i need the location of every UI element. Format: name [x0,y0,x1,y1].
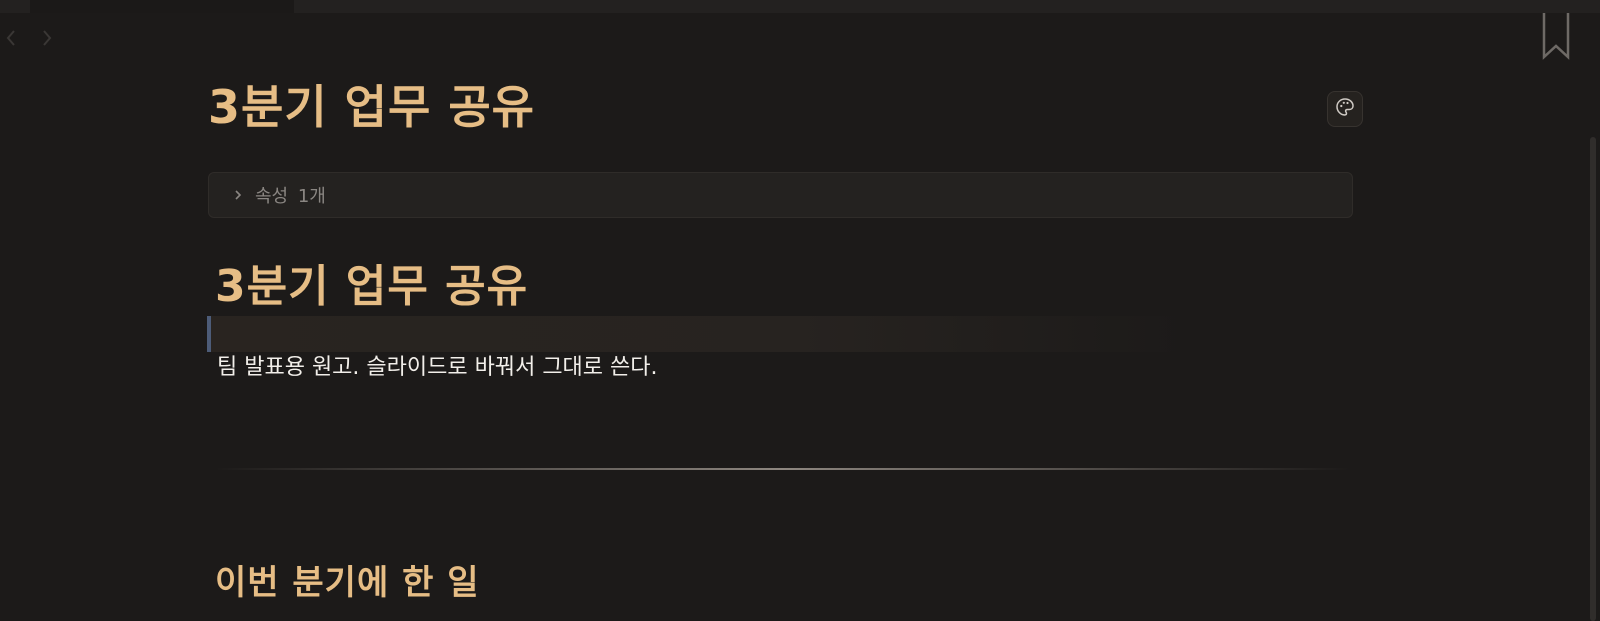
note-app: 3분기 업무 공유 속성 1개 3분기 업무 공유 팀 발표용 원고. 슬라이드… [0,0,1600,621]
paragraph: 팀 발표용 원고. 슬라이드로 바꿔서 그대로 쓴다. [217,355,658,380]
forward-button[interactable] [39,28,55,48]
chevron-left-icon [5,29,17,47]
style-settings-button[interactable] [1327,91,1363,127]
back-button[interactable] [3,28,19,48]
properties-toggle[interactable]: 속성 1개 [208,172,1353,218]
palette-icon [1335,97,1355,121]
horizontal-rule [215,468,1350,470]
active-tab[interactable] [30,0,294,13]
properties-label: 속성 1개 [255,186,326,207]
tab-strip [0,0,1600,13]
chevron-right-icon [41,29,53,47]
chevron-right-icon [233,188,243,202]
scrollbar[interactable] [1590,137,1596,621]
callout-block [207,316,1191,352]
bookmark-button[interactable] [1540,12,1572,60]
page-title[interactable]: 3분기 업무 공유 [208,78,535,136]
heading-2: 이번 분기에 한 일 [215,563,480,603]
bookmark-icon [1540,13,1572,64]
heading-1: 3분기 업무 공유 [215,261,529,312]
